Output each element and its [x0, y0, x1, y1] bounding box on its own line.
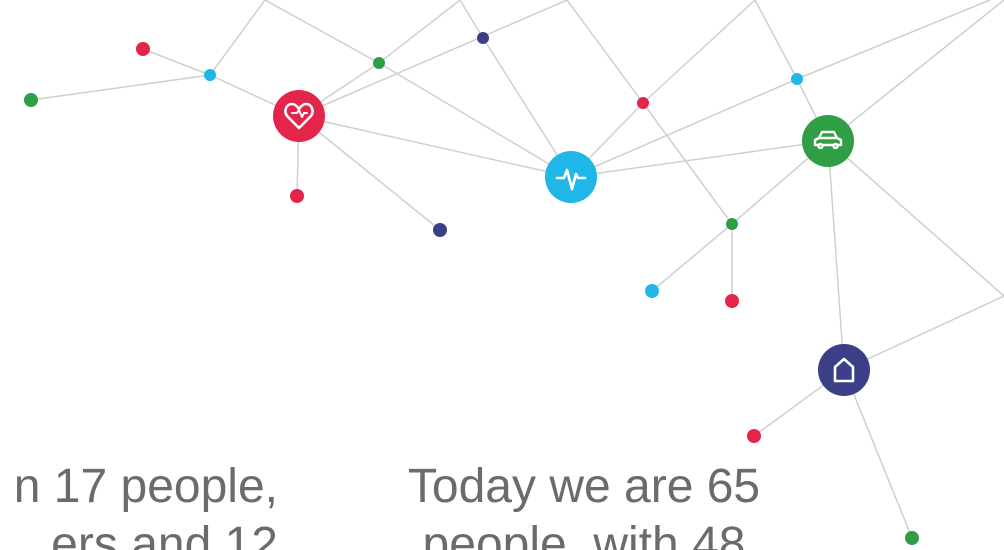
car-hub	[802, 115, 854, 167]
network-illustration-slide: n 17 people, ers and 12 Today we are 65 …	[0, 0, 1004, 550]
dot-navy	[477, 32, 489, 44]
dot-blue	[791, 73, 803, 85]
dot-green	[373, 57, 385, 69]
dot-navy	[433, 223, 447, 237]
dot-green	[726, 218, 738, 230]
dot-red	[747, 429, 761, 443]
pulse-hub	[545, 151, 597, 203]
dot-green	[905, 531, 919, 545]
dot-red	[725, 294, 739, 308]
caption-right-line-2: people, with 48	[422, 518, 746, 550]
caption-right: Today we are 65 people, with 48	[388, 458, 780, 550]
heart-hub	[273, 90, 325, 142]
dot-red	[637, 97, 649, 109]
dot-red	[136, 42, 150, 56]
dot-blue	[645, 284, 659, 298]
dot-red	[290, 189, 304, 203]
dot-green	[24, 93, 38, 107]
home-hub	[818, 344, 870, 396]
caption-left-line-2: ers and 12	[51, 518, 278, 550]
dot-blue	[204, 69, 216, 81]
caption-left: n 17 people, ers and 12	[14, 458, 278, 550]
caption-left-line-1: n 17 people,	[13, 460, 278, 513]
caption-right-line-1: Today we are 65	[407, 460, 761, 513]
